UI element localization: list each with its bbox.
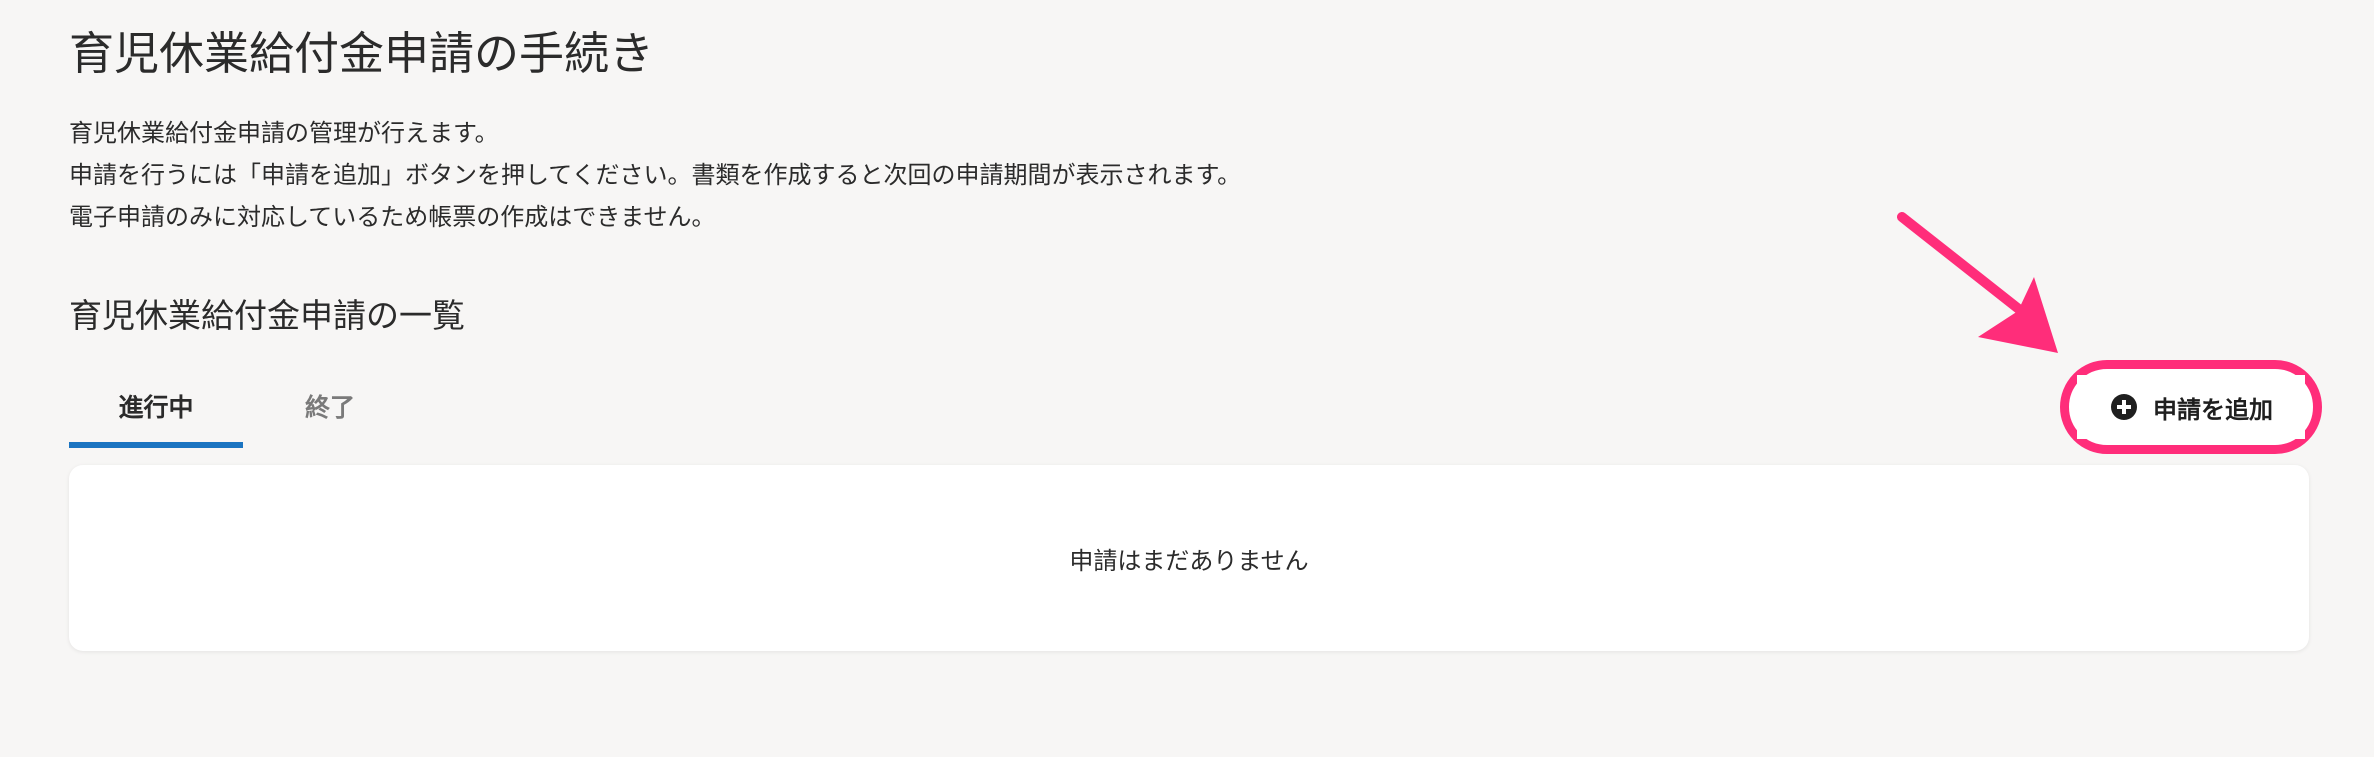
tab-label: 終了	[304, 393, 355, 422]
tab-in-progress[interactable]: 進行中	[69, 372, 243, 448]
plus-circle-icon	[2109, 392, 2139, 422]
tab-finished[interactable]: 終了	[243, 372, 417, 448]
empty-message: 申請はまだありません	[1069, 546, 1309, 575]
page-description: 育児休業給付金申請の管理が行えます。 申請を行うには「申請を追加」ボタンを押して…	[69, 112, 1241, 238]
add-button-highlight: 申請を追加	[2060, 360, 2322, 454]
application-list-panel: 申請はまだありません	[69, 465, 2309, 651]
description-line: 申請を行うには「申請を追加」ボタンを押してください。書類を作成すると次回の申請期…	[69, 161, 1242, 189]
add-application-button[interactable]: 申請を追加	[2077, 375, 2305, 439]
status-tabs: 進行中 終了	[69, 372, 417, 448]
add-button-label: 申請を追加	[2153, 395, 2273, 424]
page: 育児休業給付金申請の手続き 育児休業給付金申請の管理が行えます。 申請を行うには…	[0, 0, 2374, 757]
section-title: 育児休業給付金申請の一覧	[69, 296, 465, 335]
description-line: 電子申請のみに対応しているため帳票の作成はできません。	[69, 203, 716, 231]
annotation-arrow	[1897, 212, 2058, 353]
tab-label: 進行中	[118, 393, 194, 422]
page-title: 育児休業給付金申請の手続き	[69, 27, 655, 80]
description-line: 育児休業給付金申請の管理が行えます。	[69, 119, 499, 147]
